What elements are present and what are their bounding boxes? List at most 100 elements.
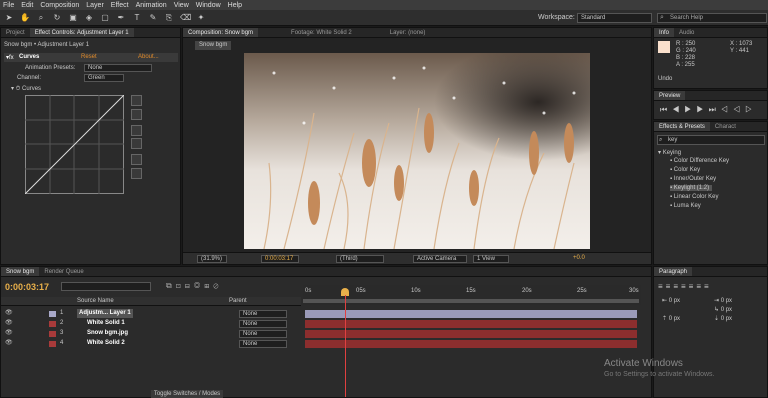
layer-name[interactable]: White Solid 1 xyxy=(87,319,125,328)
camera-select[interactable]: Active Camera xyxy=(413,255,467,263)
tab-character[interactable]: Charact xyxy=(710,122,741,131)
tab-footage[interactable]: Footage: White Solid 2 xyxy=(286,28,357,37)
layer-row-3[interactable]: 👁 3 Snow bgm.jpg None xyxy=(1,329,301,338)
layer-row-4[interactable]: 👁 4 White Solid 2 None xyxy=(1,339,301,348)
tab-preview[interactable]: Preview xyxy=(654,91,686,100)
timecode-display[interactable]: 0:00:03:17 xyxy=(261,255,299,263)
timeline-search-input[interactable] xyxy=(61,282,151,291)
label-color[interactable] xyxy=(49,341,56,347)
hand-tool-icon[interactable]: ✋ xyxy=(20,13,30,23)
curve-pencil-icon[interactable] xyxy=(131,109,142,120)
effect-item[interactable]: ▪ Inner/Outer Key xyxy=(670,176,716,182)
about-link[interactable]: About... xyxy=(138,54,159,60)
indent-right[interactable]: ⇥ 0 px xyxy=(714,297,732,304)
tab-effects-presets[interactable]: Effects & Presets xyxy=(654,122,710,131)
menu-layer[interactable]: Layer xyxy=(86,2,104,9)
menu-window[interactable]: Window xyxy=(196,2,221,9)
animation-presets-select[interactable]: None xyxy=(84,64,152,72)
label-color[interactable] xyxy=(49,311,56,317)
alignment-buttons[interactable]: ≡≡≡≡≡≡≡ xyxy=(658,282,712,291)
time-ruler[interactable]: 0s 05s 10s 15s 20s 25s 30s xyxy=(303,285,641,305)
tab-layer[interactable]: Layer: (none) xyxy=(385,28,431,37)
tab-composition[interactable]: Composition: Snow bgm xyxy=(183,28,259,37)
toggle-switches-modes-button[interactable]: Toggle Switches / Modes xyxy=(151,390,223,398)
layer-row-1[interactable]: 👁 1 Adjustm... Layer 1 None xyxy=(1,309,301,318)
exposure-value[interactable]: +0.0 xyxy=(573,255,585,261)
label-color[interactable] xyxy=(49,331,56,337)
zoom-select[interactable]: (31.9%) xyxy=(197,255,227,263)
parent-select[interactable]: None xyxy=(239,310,287,318)
tab-project[interactable]: Project xyxy=(1,28,30,37)
indent-left[interactable]: ⇤ 0 px xyxy=(662,297,680,304)
curve-reset-icon[interactable] xyxy=(131,168,142,179)
composition-viewer-image[interactable] xyxy=(244,53,590,249)
space-after[interactable]: ⇣ 0 px xyxy=(714,315,732,322)
curve-open-icon[interactable] xyxy=(131,125,142,136)
menu-view[interactable]: View xyxy=(174,2,189,9)
label-color[interactable] xyxy=(49,321,56,327)
eraser-tool-icon[interactable]: ⌫ xyxy=(180,13,191,23)
menu-help[interactable]: Help xyxy=(228,2,242,9)
view-layout-select[interactable]: 1 View xyxy=(473,255,509,263)
effects-search-input[interactable]: ⌕ key xyxy=(657,135,765,145)
fx-icon[interactable]: ▾fx xyxy=(6,54,14,61)
tab-paragraph[interactable]: Paragraph xyxy=(654,267,693,276)
tab-effect-controls[interactable]: Effect Controls: Adjustment Layer 1 xyxy=(29,28,134,37)
zoom-tool-icon[interactable]: ⌕ xyxy=(36,13,46,23)
parent-select[interactable]: None xyxy=(239,340,287,348)
pan-behind-tool-icon[interactable]: ◈ xyxy=(84,13,94,23)
search-help-input[interactable]: ⌕ Search Help xyxy=(657,13,767,23)
effect-item[interactable]: ▪ Color Difference Key xyxy=(670,158,729,164)
effect-item[interactable]: ▪ Color Key xyxy=(670,167,700,173)
pen-tool-icon[interactable]: ✒ xyxy=(116,13,126,23)
camera-tool-icon[interactable]: ▣ xyxy=(68,13,78,23)
comp-name-tab[interactable]: Snow bgm xyxy=(195,41,232,50)
workspace-select[interactable]: Standard xyxy=(577,13,652,23)
layer-name[interactable]: White Solid 2 xyxy=(87,339,125,348)
effect-item-selected[interactable]: ▪ Keylight (1.2) xyxy=(670,185,713,191)
curve-smooth-icon[interactable] xyxy=(131,154,142,165)
layer-track-2[interactable] xyxy=(305,320,637,328)
menu-effect[interactable]: Effect xyxy=(111,2,129,9)
rotate-tool-icon[interactable]: ↻ xyxy=(52,13,62,23)
tab-audio[interactable]: Audio xyxy=(674,28,699,37)
current-time-indicator[interactable] xyxy=(345,295,346,397)
puppet-tool-icon[interactable]: ✦ xyxy=(196,13,206,23)
space-before[interactable]: ⇡ 0 px xyxy=(662,315,680,322)
layer-track-3[interactable] xyxy=(305,330,637,338)
layer-track-1[interactable] xyxy=(305,310,637,318)
timeline-switch-icons[interactable]: ⧉⊡⊟◎⊞⊘ xyxy=(166,281,223,291)
work-area-bar[interactable] xyxy=(303,299,639,303)
menu-edit[interactable]: Edit xyxy=(21,2,33,9)
effect-item[interactable]: ▪ Luma Key xyxy=(670,203,701,209)
tab-render-queue[interactable]: Render Queue xyxy=(39,267,88,276)
effect-item[interactable]: ▪ Linear Color Key xyxy=(670,194,719,200)
curves-toggle[interactable]: ▾ ⏱ Curves xyxy=(11,85,41,93)
brush-tool-icon[interactable]: ✎ xyxy=(148,13,158,23)
type-tool-icon[interactable]: T xyxy=(132,13,142,23)
menu-animation[interactable]: Animation xyxy=(136,2,167,9)
layer-track-4[interactable] xyxy=(305,340,637,348)
parent-select[interactable]: None xyxy=(239,330,287,338)
reset-link[interactable]: Reset xyxy=(81,54,97,60)
menu-file[interactable]: File xyxy=(3,2,14,9)
channel-select[interactable]: Green xyxy=(84,74,124,82)
mask-tool-icon[interactable]: ▢ xyxy=(100,13,110,23)
curves-graph[interactable] xyxy=(25,95,124,194)
keying-category[interactable]: ▾ Keying xyxy=(658,149,681,156)
layer-row-2[interactable]: 👁 2 White Solid 1 None xyxy=(1,319,301,328)
tab-snow-bgm[interactable]: Snow bgm xyxy=(1,267,40,276)
preview-controls[interactable]: ⏮◀▶▶⏭◁◁▷ xyxy=(660,105,757,115)
curve-save-icon[interactable] xyxy=(131,138,142,149)
parent-select[interactable]: None xyxy=(239,320,287,328)
curve-bezier-icon[interactable] xyxy=(131,95,142,106)
resolution-select[interactable]: (Third) xyxy=(336,255,384,263)
selection-tool-icon[interactable]: ➤ xyxy=(4,13,14,23)
timeline-timecode[interactable]: 0:00:03:17 xyxy=(5,282,49,292)
layer-name[interactable]: Snow bgm.jpg xyxy=(87,329,128,338)
tab-info[interactable]: Info xyxy=(654,28,675,37)
indent-first[interactable]: ↳ 0 px xyxy=(714,306,732,313)
layer-name[interactable]: Adjustm... Layer 1 xyxy=(77,309,133,318)
clone-stamp-tool-icon[interactable]: ⎘ xyxy=(164,13,174,23)
menu-composition[interactable]: Composition xyxy=(40,2,79,9)
